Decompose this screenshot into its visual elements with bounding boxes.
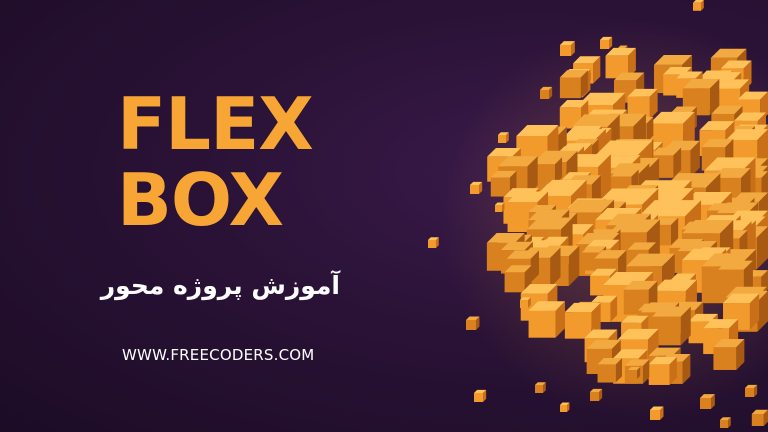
cube-shape <box>628 366 641 379</box>
voxel-cube-illustration <box>428 0 768 428</box>
cube-shape <box>470 181 483 194</box>
cube-shape <box>498 132 509 143</box>
cube-shape <box>720 417 731 428</box>
cube-shape <box>560 41 575 56</box>
cube-shape <box>520 297 531 308</box>
cube-shape <box>648 356 677 385</box>
title: FLEX BOX <box>117 86 377 238</box>
cube-shape <box>466 316 480 330</box>
website-url: WWW.FREECODERS.COM <box>122 346 315 364</box>
cube-shape <box>713 339 745 370</box>
cube-shape <box>528 301 565 338</box>
cube-shape <box>474 389 487 402</box>
banner: FLEX BOX آموزش پروژه محور WWW.FREECODERS… <box>0 0 768 432</box>
cube-shape <box>693 0 704 11</box>
subtitle: آموزش پروژه محور <box>100 271 340 300</box>
cube-shape <box>495 202 505 212</box>
cube-shape <box>597 358 623 383</box>
cube-shape <box>700 394 715 409</box>
cube-shape <box>751 409 768 426</box>
cube-shape <box>590 388 603 401</box>
title-line-flex: FLEX <box>117 82 314 166</box>
cube-shape <box>745 384 758 397</box>
cube-shape <box>559 70 588 99</box>
cube-shape <box>600 36 613 49</box>
cube-shape <box>650 406 664 420</box>
cube-shape <box>428 237 439 248</box>
cube-shape <box>560 402 570 412</box>
cube-shape <box>540 86 553 99</box>
title-line-box: BOX <box>117 158 284 242</box>
cube-shape <box>535 382 546 393</box>
